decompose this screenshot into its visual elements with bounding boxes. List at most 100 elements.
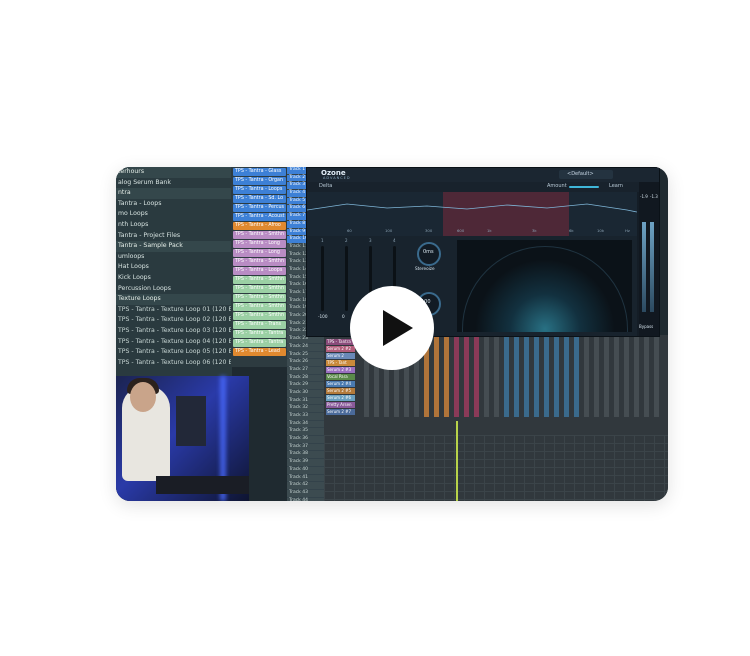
playlist-clip[interactable]: TPS - Tantra - Afroo (233, 222, 286, 230)
playlist-clip[interactable]: TPS - Tantra - Long (233, 249, 286, 257)
playlist-clip[interactable]: TPS - Tantra - Loops (233, 186, 286, 194)
browser-folder[interactable]: umloops (116, 252, 232, 263)
mixer-channel-strip[interactable] (514, 337, 519, 417)
browser-folder[interactable]: Percussion Loops (116, 284, 232, 295)
amount-slider[interactable] (569, 186, 599, 188)
track-label[interactable]: Track 26 (287, 359, 324, 367)
mixer-channel-strip[interactable] (584, 337, 589, 417)
mixer-channel-strip[interactable] (614, 337, 619, 417)
mixer-insert[interactable]: Pretty Arsen (326, 402, 355, 408)
playlist-clip[interactable]: TPS - Tantra - Percus (233, 204, 286, 212)
learn-button[interactable]: Learn (609, 183, 623, 189)
browser-folder[interactable]: Hat Loops (116, 262, 232, 273)
playlist-clip[interactable]: TPS - Tantra - Smthn (233, 231, 286, 239)
track-label[interactable]: Track 30 (287, 390, 324, 398)
playlist-clip[interactable]: TPS - Tantra - Smthn (233, 294, 286, 302)
playlist-clip[interactable]: TPS - Tantra - Tantra (233, 330, 286, 338)
mixer-channel-strip[interactable] (634, 337, 639, 417)
mixer-channel-strip[interactable] (564, 337, 569, 417)
mixer-insert[interactable]: Serum 2 #4 (326, 381, 355, 387)
browser-file[interactable]: TPS - Tantra - Texture Loop 05 (120 BPM) (116, 347, 232, 358)
playlist-clip[interactable]: TPS - Tantra - Glass (233, 168, 286, 176)
playlist-clip[interactable]: TPS - Tantra - Smthn (233, 303, 286, 311)
browser-file[interactable]: TPS - Tantra - Texture Loop 01 (120 BPM) (116, 305, 232, 316)
playlist-clip[interactable]: TPS - Tantra - Loops (233, 267, 286, 275)
mixer-channel-strip[interactable] (534, 337, 539, 417)
delta-button[interactable]: Delta (319, 183, 332, 189)
browser-folder[interactable]: Tantra - Loops (116, 199, 232, 210)
bypass-button[interactable]: Bypass (639, 324, 653, 329)
browser-file[interactable]: TPS - Tantra - Texture Loop 02 (120 BPM) (116, 315, 232, 326)
browser-folder[interactable]: terhours (116, 167, 232, 178)
track-label[interactable]: Track 29 (287, 382, 324, 390)
track-label[interactable]: Track 23 (287, 336, 324, 344)
browser-folder[interactable]: ntra (116, 188, 232, 199)
track-label[interactable]: Track 33 (287, 413, 324, 421)
track-label[interactable]: Track 39 (287, 459, 324, 467)
browser-folder[interactable]: Tantra - Sample Pack (116, 241, 232, 252)
track-label[interactable]: Track 44 (287, 498, 324, 501)
mixer-channel-strip[interactable] (454, 337, 459, 417)
playlist-clip[interactable]: TPS - Tantra - Lead (233, 348, 286, 356)
playlist-clip[interactable]: TPS - Tantra - Organ (233, 177, 286, 185)
mixer-insert[interactable]: Serum 2 #7 (326, 409, 355, 415)
browser-folder[interactable]: mo Loops (116, 209, 232, 220)
playlist-clip[interactable]: TPS - Tantra - Trans (233, 321, 286, 329)
mixer-insert[interactable]: TPS - Tant (326, 360, 355, 366)
playlist-clip[interactable]: TPS - Tantra - Smthn (233, 276, 286, 284)
mixer-insert[interactable]: Serum 2 #2 (326, 346, 355, 352)
mixer-channel-strip[interactable] (654, 337, 659, 417)
playlist-clip[interactable]: TPS - Tantra - Smthn (233, 312, 286, 320)
track-label[interactable]: Track 27 (287, 367, 324, 375)
playlist-clip[interactable]: TPS - Tantra - Tantra (233, 339, 286, 347)
browser-folder[interactable]: alog Serum Bank (116, 178, 232, 189)
freq-tick-label: 3k (532, 228, 537, 233)
mixer-channel-strip[interactable] (464, 337, 469, 417)
playlist-clip[interactable]: TPS - Tantra - Smthn (233, 285, 286, 293)
mixer-channel-strip[interactable] (474, 337, 479, 417)
preset-selector[interactable]: <Default> (559, 170, 613, 179)
mixer-insert[interactable]: Serum 2 #5 (326, 388, 355, 394)
playlist-clip[interactable]: TPS - Tantra - Long (233, 240, 286, 248)
track-label[interactable]: Track 24 (287, 344, 324, 352)
browser-file[interactable]: TPS - Tantra - Texture Loop 03 (120 BPM) (116, 326, 232, 337)
mixer-insert[interactable]: Serum 2 #3 (326, 367, 355, 373)
mixer-insert[interactable]: Serum 2 (326, 353, 355, 359)
mixer-insert[interactable]: Vocal Para (326, 374, 355, 380)
browser-file[interactable]: TPS - Tantra - Texture Loop 04 (120 BPM) (116, 337, 232, 348)
playlist-clip[interactable]: TPS - Tantra - Sd. Lo (233, 195, 286, 203)
mixer-channel-strip[interactable] (494, 337, 499, 417)
browser-folder[interactable]: Texture Loops (116, 294, 232, 305)
band-number: 2 (345, 238, 348, 243)
browser-file[interactable]: TPS - Tantra - Texture Loop 06 (120 BPM) (116, 358, 232, 369)
browser-folder[interactable]: nth Loops (116, 220, 232, 231)
mixer-channel-strip[interactable] (624, 337, 629, 417)
mixer-channel-strip[interactable] (644, 337, 649, 417)
mixer-channel-strip[interactable] (444, 337, 449, 417)
mixer-channel-strip[interactable] (434, 337, 439, 417)
track-label[interactable]: Track 40 (287, 467, 324, 475)
track-label[interactable]: Track 38 (287, 451, 324, 460)
band-width-fader[interactable] (321, 246, 324, 311)
track-label[interactable]: Track 43 (287, 490, 324, 498)
track-label[interactable]: Track 36 (287, 436, 324, 444)
mixer-channel-strip[interactable] (554, 337, 559, 417)
mixer-channel-strip[interactable] (594, 337, 599, 417)
mixer-insert[interactable]: TPS - Tantra (326, 339, 355, 345)
playlist-clip[interactable]: TPS - Tantra - Acoust (233, 213, 286, 221)
mixer-channel-strip[interactable] (544, 337, 549, 417)
playlist-clip[interactable]: TPS - Tantra - Smthn (233, 258, 286, 266)
track-label[interactable]: Track 42 (287, 482, 324, 490)
band-width-fader[interactable] (345, 246, 348, 311)
play-button[interactable] (350, 286, 434, 370)
browser-folder[interactable]: Tantra - Project Files (116, 231, 232, 242)
mixer-channel-strip[interactable] (504, 337, 509, 417)
mixer-channel-strip[interactable] (524, 337, 529, 417)
mixer-channel-strip[interactable] (484, 337, 489, 417)
mixer-insert[interactable]: Serum 2 #6 (326, 395, 355, 401)
track-label[interactable]: Track 32 (287, 405, 324, 413)
mixer-channel-strip[interactable] (604, 337, 609, 417)
track-label[interactable]: Track 35 (287, 428, 324, 437)
mixer-channel-strip[interactable] (574, 337, 579, 417)
browser-folder[interactable]: Kick Loops (116, 273, 232, 284)
